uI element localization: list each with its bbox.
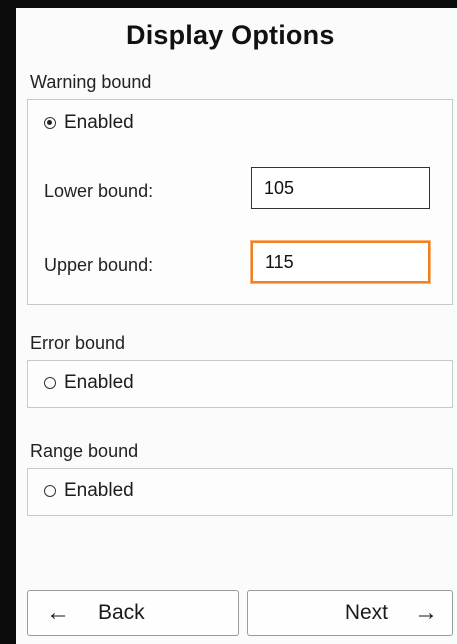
error-enabled-radio[interactable]: [44, 377, 56, 389]
warning-enabled-label: Enabled: [64, 112, 134, 133]
warning-bound-label: Warning bound: [30, 72, 152, 92]
range-bound-label: Range bound: [30, 441, 139, 461]
error-bound-group: Enabled: [27, 360, 453, 408]
range-enabled-label: Enabled: [64, 480, 134, 501]
warning-enabled-radio-row[interactable]: Enabled: [44, 112, 134, 134]
range-bound-group: Enabled: [27, 468, 453, 516]
arrow-right-icon: →: [414, 599, 438, 626]
window-frame: [0, 0, 457, 644]
upper-bound-input[interactable]: [251, 241, 430, 283]
next-button-label: Next: [344, 601, 388, 624]
error-enabled-radio-row[interactable]: Enabled: [44, 372, 134, 394]
arrow-left-icon: ←: [46, 599, 70, 626]
range-enabled-radio[interactable]: [44, 485, 56, 497]
warning-bound-group: Enabled Lower bound: Upper bound:: [27, 99, 453, 305]
range-enabled-radio-row[interactable]: Enabled: [44, 480, 134, 502]
error-enabled-label: Enabled: [64, 372, 134, 393]
back-button[interactable]: ← Back: [27, 590, 239, 636]
lower-bound-input[interactable]: [251, 167, 430, 209]
page-title: Display Options: [126, 20, 335, 50]
error-bound-label: Error bound: [30, 333, 126, 353]
upper-bound-label: Upper bound:: [44, 255, 154, 275]
lower-bound-label: Lower bound:: [44, 181, 154, 201]
next-button[interactable]: Next →: [247, 590, 453, 636]
back-button-label: Back: [98, 601, 145, 624]
warning-enabled-radio[interactable]: [44, 117, 56, 129]
